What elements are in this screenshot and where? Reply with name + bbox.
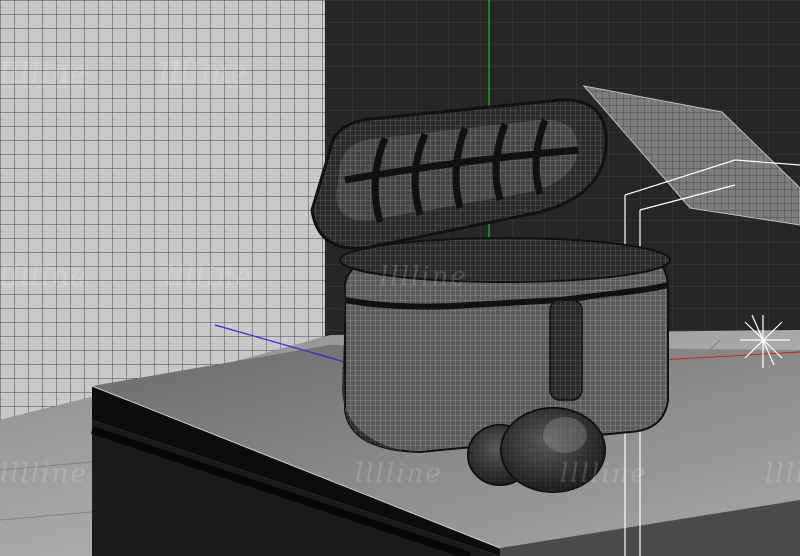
viewport-canvas[interactable]: lllline lllline lllline lllline lllline … bbox=[0, 0, 800, 556]
svg-text:lllline: lllline bbox=[380, 262, 468, 292]
svg-text:lllline: lllline bbox=[0, 59, 88, 89]
svg-text:lllline: lllline bbox=[0, 459, 88, 489]
svg-text:lllline: lllline bbox=[355, 459, 443, 489]
svg-text:lllline: lllline bbox=[165, 262, 253, 292]
svg-text:lllline: lllline bbox=[765, 459, 800, 489]
svg-text:lllline: lllline bbox=[0, 262, 88, 292]
3d-viewport[interactable]: lllline lllline lllline lllline lllline … bbox=[0, 0, 800, 556]
svg-text:lllline: lllline bbox=[560, 459, 648, 489]
svg-text:lllline: lllline bbox=[160, 59, 248, 89]
